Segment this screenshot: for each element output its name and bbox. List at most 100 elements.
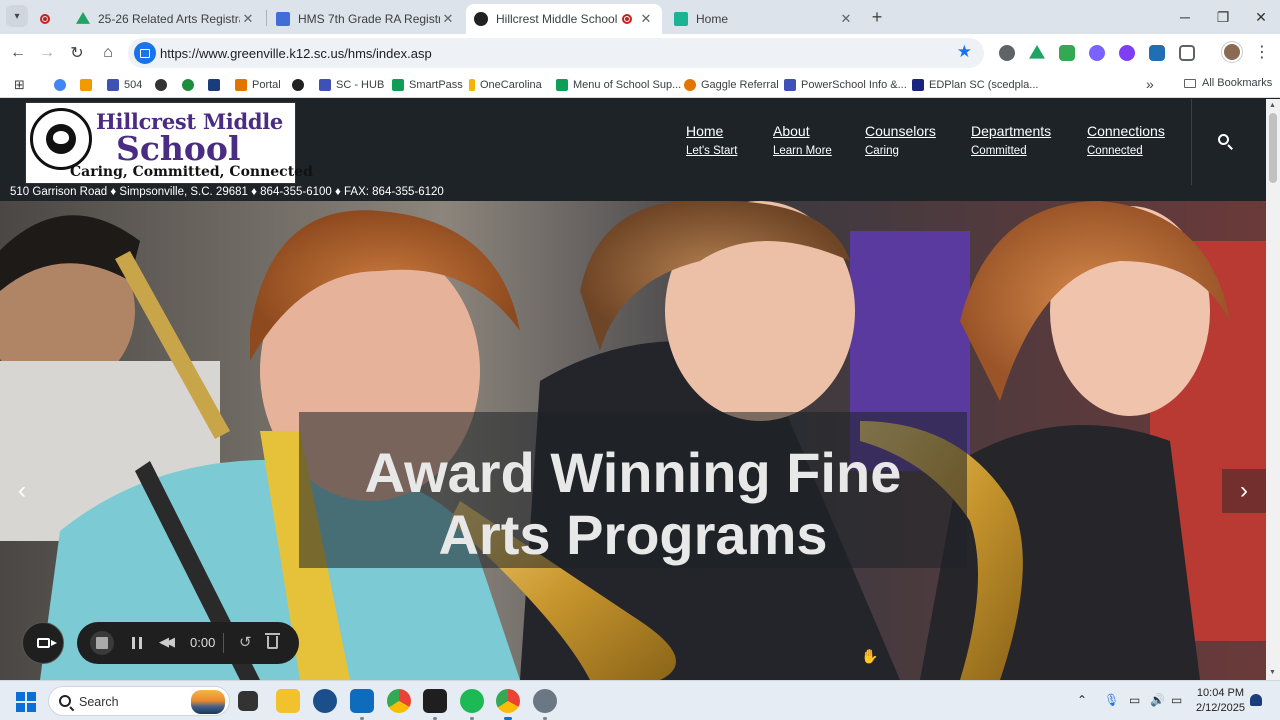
close-tab-icon[interactable]: ✕ — [838, 11, 854, 27]
url-text[interactable]: https://www.greenville.k12.sc.us/hms/ind… — [160, 46, 432, 61]
new-tab-button[interactable]: + — [865, 5, 889, 29]
taskbar-search-box[interactable]: Search — [48, 686, 230, 716]
forward-button[interactable]: → — [35, 41, 59, 65]
profile-avatar[interactable] — [1222, 42, 1242, 62]
kami-extension-icon[interactable] — [1119, 45, 1135, 61]
microphone-icon[interactable]: 🎙 — [1104, 693, 1119, 707]
network-icon[interactable]: ▭ — [1129, 693, 1140, 707]
extension-save-icon[interactable] — [1149, 45, 1165, 61]
site-search-icon[interactable] — [1217, 133, 1235, 151]
restore-button[interactable]: ❐ — [1204, 4, 1242, 30]
extension-colorful-icon[interactable] — [1089, 45, 1105, 61]
nav-link-counselors[interactable]: Counselors — [865, 123, 936, 139]
google-icon — [684, 79, 696, 91]
bookmark-menu-of-school-sup[interactable]: Menu of School Sup... — [556, 77, 681, 93]
notification-bell-icon[interactable] — [1250, 694, 1262, 706]
clock-time: 10:04 PM — [1196, 687, 1244, 699]
windows-start-icon[interactable] — [16, 692, 36, 712]
task-view-icon[interactable] — [238, 691, 258, 711]
bookmark-green[interactable] — [182, 77, 199, 93]
chrome-icon[interactable] — [387, 689, 411, 713]
more-menu-icon[interactable]: ⋮ — [1254, 42, 1270, 62]
bookmark-504[interactable]: 504 — [107, 77, 142, 93]
delete-recording-icon[interactable] — [265, 633, 280, 649]
bookmark-onecarolina[interactable]: OneCarolina — [469, 77, 542, 93]
tab-related-arts-registration[interactable]: 25-26 Related Arts Registration ✕ — [68, 4, 264, 34]
nav-sublink-connected[interactable]: Connected — [1087, 145, 1165, 157]
bookmark-powerschool[interactable]: PowerSchool Info &... — [784, 77, 907, 93]
nav-sublink-learn-more[interactable]: Learn More — [773, 145, 832, 157]
taskbar-clock[interactable]: 10:04 PM 2/12/2025 — [1196, 686, 1245, 716]
tab-search-button[interactable]: ▾ — [6, 5, 28, 27]
rewind-icon[interactable]: ◀◀ — [159, 634, 175, 650]
sticky-app-icon[interactable] — [423, 689, 447, 720]
close-tab-icon[interactable]: ✕ — [440, 11, 456, 27]
nav-link-about[interactable]: About — [773, 123, 832, 139]
browser-toolbar: ← → ↻ ⌂ https://www.greenville.k12.sc.us… — [0, 34, 1280, 72]
nav-link-home[interactable]: Home — [686, 123, 737, 139]
google-drive-extension-icon[interactable] — [1029, 45, 1045, 59]
reload-button[interactable]: ↻ — [65, 41, 89, 65]
nav-link-connections[interactable]: Connections — [1087, 123, 1165, 139]
close-window-button[interactable]: ✕ — [1242, 4, 1280, 30]
outlook-icon[interactable] — [350, 689, 374, 720]
extension-green-icon[interactable] — [1059, 45, 1075, 61]
close-tab-icon[interactable]: ✕ — [638, 11, 654, 27]
bookmark-label: EDPlan SC (scedpla... — [929, 79, 1039, 91]
bookmark-gcs[interactable] — [155, 77, 172, 93]
slider-next-arrow-icon[interactable]: › — [1222, 469, 1266, 513]
home-button[interactable]: ⌂ — [96, 41, 120, 65]
more-bookmarks-chevron-icon[interactable]: » — [1146, 76, 1154, 92]
recorder-camera-button[interactable] — [22, 622, 64, 664]
file-explorer-icon[interactable] — [276, 689, 300, 713]
tray-chevron-up-icon[interactable]: ⌃ — [1077, 693, 1087, 707]
close-tab-icon[interactable]: ✕ — [240, 11, 256, 27]
restart-icon[interactable]: ↺ — [239, 633, 252, 651]
wildcat-icon — [292, 79, 304, 91]
page-scrollbar[interactable]: ▲ ▼ — [1266, 99, 1280, 680]
nav-link-departments[interactable]: Departments — [971, 123, 1051, 139]
portal-icon — [235, 79, 247, 91]
bookmark-wildcat[interactable] — [292, 77, 309, 93]
battery-icon[interactable]: ▭ — [1171, 693, 1182, 707]
volume-icon[interactable]: 🔊 — [1150, 693, 1165, 707]
nav-sublink-committed[interactable]: Committed — [971, 145, 1051, 157]
spotify-icon[interactable] — [460, 689, 484, 720]
tab-home[interactable]: Home ✕ — [666, 4, 862, 34]
chrome-active-icon[interactable] — [496, 689, 520, 720]
all-bookmarks-button[interactable]: All Bookmarks — [1184, 77, 1272, 89]
google-drive-icon — [76, 12, 90, 24]
nav-sublink-caring[interactable]: Caring — [865, 145, 936, 157]
extension-g-icon[interactable] — [999, 45, 1015, 61]
back-button[interactable]: ← — [6, 41, 30, 65]
bookmark-gaggle-referral[interactable]: Gaggle Referral — [684, 77, 779, 93]
pause-icon[interactable] — [132, 637, 142, 649]
school-address: 510 Garrison Road ♦ Simpsonville, S.C. 2… — [10, 186, 444, 198]
scroll-down-icon[interactable]: ▼ — [1269, 669, 1276, 676]
bookmark-star-icon[interactable]: ★ — [957, 42, 972, 62]
bookmark-google[interactable] — [54, 77, 71, 93]
bookmark-sis[interactable] — [208, 77, 225, 93]
bookmark-orange-app[interactable] — [80, 77, 97, 93]
stop-recording-button[interactable] — [90, 631, 114, 655]
nav-item-counselors: Counselors Caring — [865, 123, 936, 157]
settings-gear-icon[interactable] — [533, 689, 557, 720]
address-bar[interactable]: https://www.greenville.k12.sc.us/hms/ind… — [128, 38, 984, 68]
recorder-controls: ◀◀ 0:00 ↺ — [77, 622, 299, 664]
nav-sublink-lets-start[interactable]: Let's Start — [686, 145, 737, 157]
bookmark-sc-hub[interactable]: SC - HUB — [319, 77, 384, 93]
extensions-puzzle-icon[interactable] — [1179, 45, 1195, 61]
tab-hillcrest-middle-school[interactable]: Hillcrest Middle School ✕ — [466, 4, 662, 34]
scroll-up-icon[interactable]: ▲ — [1269, 102, 1276, 109]
bookmark-edplan[interactable]: EDPlan SC (scedpla... — [912, 77, 1038, 93]
apps-grid-icon[interactable]: ⊞ — [14, 77, 25, 93]
screen-recorder-icon[interactable] — [134, 42, 156, 64]
bookmark-portal[interactable]: Portal — [235, 77, 281, 93]
edge-app-icon[interactable] — [313, 689, 337, 713]
school-logo[interactable]: Hillcrest Middle School Caring, Committe… — [25, 102, 313, 184]
bookmark-smartpass[interactable]: SmartPass — [392, 77, 463, 93]
tab-7th-grade-ra-registration[interactable]: HMS 7th Grade RA Registration ✕ — [268, 4, 464, 34]
slider-prev-arrow-icon[interactable]: ‹ — [0, 469, 44, 513]
scrollbar-thumb[interactable] — [1269, 113, 1277, 183]
minimize-button[interactable]: ─ — [1166, 4, 1204, 30]
